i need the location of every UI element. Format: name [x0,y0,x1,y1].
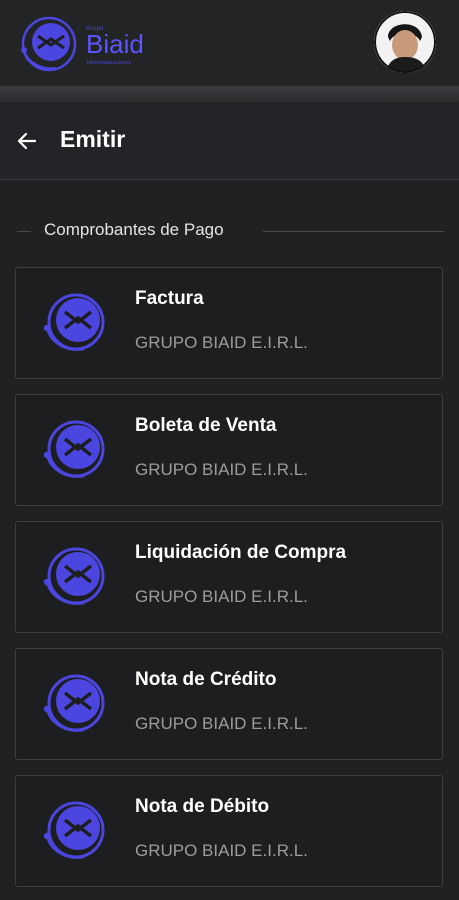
card-subtitle: GRUPO BIAID E.I.R.L. [135,333,308,352]
card-subtitle: GRUPO BIAID E.I.R.L. [135,460,308,479]
card-title: Nota de Débito [135,796,270,817]
card-boleta-de-venta[interactable]: Boleta de Venta GRUPO BIAID E.I.R.L. [15,394,443,506]
logo-emblem-icon [21,16,77,72]
avatar[interactable] [374,11,436,73]
document-emblem-icon [43,674,105,732]
toolbar-divider [0,86,459,102]
section-divider-right [263,231,444,232]
document-emblem-icon [43,801,105,859]
document-emblem-icon [43,293,105,351]
card-subtitle: GRUPO BIAID E.I.R.L. [135,587,308,606]
top-app-bar: Grupo Biaid Telecomunicaciones [0,0,459,88]
card-subtitle: GRUPO BIAID E.I.R.L. [135,841,308,860]
document-emblem-icon [43,420,105,478]
card-liquidacion-de-compra[interactable]: Liquidación de Compra GRUPO BIAID E.I.R.… [15,521,443,633]
document-emblem-icon [43,547,105,605]
card-title: Factura [135,288,204,309]
card-title: Nota de Crédito [135,669,277,690]
section-label: Comprobantes de Pago [44,220,224,239]
grupo-biaid-logo[interactable]: Grupo Biaid Telecomunicaciones [16,12,166,72]
card-factura[interactable]: Factura GRUPO BIAID E.I.R.L. [15,267,443,379]
arrow-left-icon [17,132,37,150]
card-nota-de-debito[interactable]: Nota de Débito GRUPO BIAID E.I.R.L. [15,775,443,887]
logo-tagline: Telecomunicaciones [86,60,132,66]
card-nota-de-credito[interactable]: Nota de Crédito GRUPO BIAID E.I.R.L. [15,648,443,760]
card-subtitle: GRUPO BIAID E.I.R.L. [135,714,308,733]
section-divider-left [17,231,31,232]
logo-title: Biaid [86,29,144,59]
back-button[interactable] [10,124,44,158]
user-photo-icon [374,11,436,73]
card-title: Liquidación de Compra [135,542,347,563]
page-title: Emitir [60,126,126,152]
card-title: Boleta de Venta [135,415,277,436]
